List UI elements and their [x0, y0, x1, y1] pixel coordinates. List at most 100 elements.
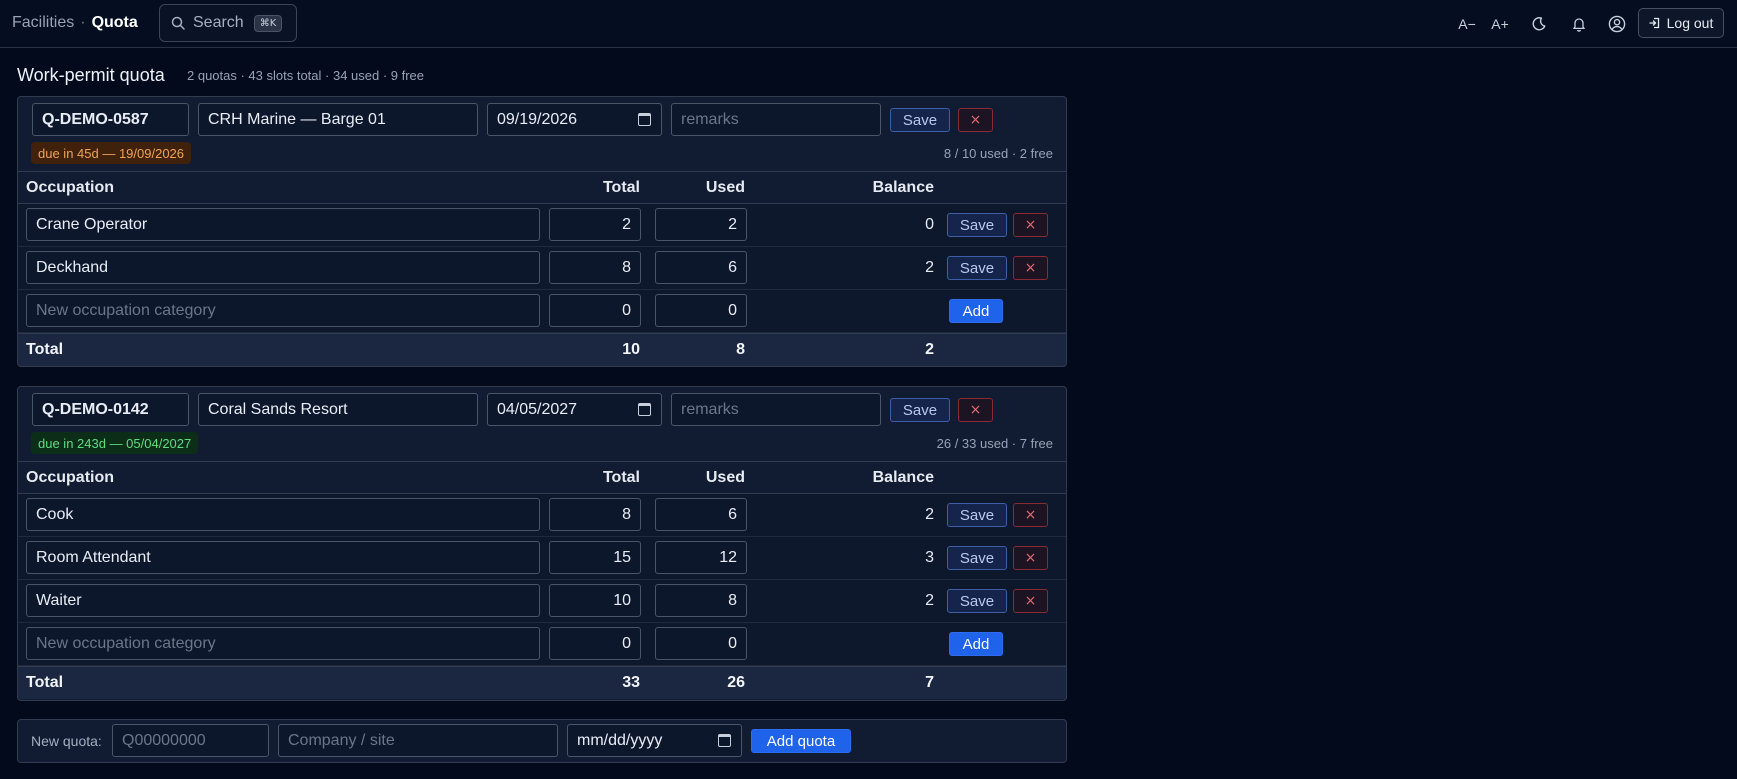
- font-increase-button[interactable]: A+: [1489, 12, 1511, 36]
- delete-row-button[interactable]: ×: [1013, 503, 1048, 527]
- table-row: Room Attendant 15 12 3 Save ×: [18, 537, 1066, 580]
- add-quota-button[interactable]: Add quota: [751, 729, 851, 753]
- totals-total: 33: [622, 674, 640, 691]
- new-quota-form: New quota: Q00000000 Company / site mm/d…: [17, 719, 1067, 763]
- save-row-button[interactable]: Save: [947, 503, 1007, 527]
- col-balance: Balance: [872, 179, 934, 196]
- user-circle-icon: [1608, 15, 1626, 33]
- notifications-button[interactable]: [1569, 12, 1589, 36]
- col-total: Total: [602, 469, 640, 486]
- occupation-input[interactable]: Cook: [26, 498, 540, 531]
- occupation-input[interactable]: Waiter: [26, 584, 540, 617]
- save-row-button[interactable]: Save: [947, 589, 1007, 613]
- totals-label: Total: [26, 341, 64, 358]
- table-row: Crane Operator 2 2 0 Save ×: [18, 204, 1066, 247]
- bell-icon: [1573, 18, 1585, 32]
- quota-code-input[interactable]: Q-DEMO-0142: [32, 393, 189, 426]
- occupation-input[interactable]: Crane Operator: [26, 208, 540, 241]
- quota-code-input[interactable]: Q-DEMO-0587: [32, 103, 189, 136]
- totals-total: 10: [622, 341, 640, 358]
- total-input[interactable]: 8: [549, 498, 641, 531]
- calendar-icon[interactable]: [638, 403, 651, 416]
- calendar-icon[interactable]: [638, 113, 651, 126]
- col-used: Used: [705, 469, 745, 486]
- col-occupation: Occupation: [26, 179, 115, 196]
- new-used-input[interactable]: 0: [655, 294, 747, 327]
- total-input[interactable]: 15: [549, 541, 641, 574]
- table-row: Deckhand 8 6 2 Save ×: [18, 247, 1066, 290]
- table-header: Occupation Total Used Balance: [18, 461, 1066, 494]
- balance-value: 2: [925, 506, 934, 523]
- top-bar: Facilities · Quota Search ⌘K A− A+ Log o…: [0, 0, 1737, 48]
- quota-card: Q-DEMO-0587 CRH Marine — Barge 01 09/19/…: [17, 96, 1067, 367]
- search-icon: [171, 16, 185, 30]
- delete-row-button[interactable]: ×: [1013, 589, 1048, 613]
- delete-row-button[interactable]: ×: [1013, 213, 1048, 237]
- search-label: Search: [193, 14, 244, 31]
- calendar-icon[interactable]: [718, 734, 731, 747]
- used-input[interactable]: 12: [655, 541, 747, 574]
- table-row: Cook 8 6 2 Save ×: [18, 494, 1066, 537]
- total-input[interactable]: 10: [549, 584, 641, 617]
- quota-date-input[interactable]: 09/19/2026: [487, 103, 662, 136]
- totals-balance: 7: [925, 674, 934, 691]
- col-balance: Balance: [872, 469, 934, 486]
- add-occupation-button[interactable]: Add: [949, 632, 1003, 656]
- totals-label: Total: [26, 674, 64, 691]
- totals-row: Total 10 8 2: [18, 333, 1066, 366]
- quota-card-header: Q-DEMO-0587 CRH Marine — Barge 01 09/19/…: [18, 97, 1066, 171]
- new-quota-company-input[interactable]: Company / site: [278, 724, 558, 757]
- save-row-button[interactable]: Save: [947, 256, 1007, 280]
- save-quota-button[interactable]: Save: [890, 108, 950, 132]
- profile-button[interactable]: [1607, 12, 1627, 36]
- used-input[interactable]: 6: [655, 251, 747, 284]
- new-quota-date-input[interactable]: mm/dd/yyyy: [567, 724, 742, 757]
- quota-card: Q-DEMO-0142 Coral Sands Resort 04/05/202…: [17, 386, 1067, 701]
- search-button[interactable]: Search ⌘K: [159, 4, 297, 42]
- balance-value: 2: [925, 259, 934, 276]
- theme-toggle-button[interactable]: [1529, 12, 1549, 36]
- quota-remarks-input[interactable]: remarks: [671, 103, 881, 136]
- new-occupation-input[interactable]: New occupation category: [26, 627, 540, 660]
- delete-row-button[interactable]: ×: [1013, 256, 1048, 280]
- used-input[interactable]: 8: [655, 584, 747, 617]
- balance-value: 0: [925, 216, 934, 233]
- total-input[interactable]: 8: [549, 251, 641, 284]
- new-occupation-row: New occupation category 0 0 Add: [18, 623, 1066, 666]
- new-quota-code-input[interactable]: Q00000000: [112, 724, 269, 757]
- delete-row-button[interactable]: ×: [1013, 546, 1048, 570]
- breadcrumb-parent[interactable]: Facilities: [12, 14, 74, 31]
- save-row-button[interactable]: Save: [947, 546, 1007, 570]
- new-occupation-row: New occupation category 0 0 Add: [18, 290, 1066, 333]
- quota-company-input[interactable]: Coral Sands Resort: [198, 393, 478, 426]
- totals-used: 26: [727, 674, 745, 691]
- font-decrease-button[interactable]: A−: [1456, 12, 1478, 36]
- new-total-input[interactable]: 0: [549, 627, 641, 660]
- quota-usage: 26 / 33 used · 7 free: [936, 436, 1053, 451]
- quota-card-header: Q-DEMO-0142 Coral Sands Resort 04/05/202…: [18, 387, 1066, 461]
- quota-usage: 8 / 10 used · 2 free: [943, 146, 1053, 161]
- logout-icon: [1648, 17, 1659, 29]
- quota-date-input[interactable]: 04/05/2027: [487, 393, 662, 426]
- used-input[interactable]: 2: [655, 208, 747, 241]
- quota-company-input[interactable]: CRH Marine — Barge 01: [198, 103, 478, 136]
- occupation-input[interactable]: Room Attendant: [26, 541, 540, 574]
- new-occupation-input[interactable]: New occupation category: [26, 294, 540, 327]
- moon-icon: [1532, 17, 1546, 31]
- total-input[interactable]: 2: [549, 208, 641, 241]
- col-used: Used: [705, 179, 745, 196]
- delete-quota-button[interactable]: ×: [958, 398, 993, 422]
- save-quota-button[interactable]: Save: [890, 398, 950, 422]
- quota-date-value: 09/19/2026: [497, 110, 578, 128]
- quota-remarks-input[interactable]: remarks: [671, 393, 881, 426]
- used-input[interactable]: 6: [655, 498, 747, 531]
- delete-quota-button[interactable]: ×: [958, 108, 993, 132]
- occupation-input[interactable]: Deckhand: [26, 251, 540, 284]
- new-total-input[interactable]: 0: [549, 294, 641, 327]
- new-used-input[interactable]: 0: [655, 627, 747, 660]
- add-occupation-button[interactable]: Add: [949, 299, 1003, 323]
- col-occupation: Occupation: [26, 469, 115, 486]
- logout-button[interactable]: Log out: [1638, 8, 1724, 38]
- save-row-button[interactable]: Save: [947, 213, 1007, 237]
- table-header: Occupation Total Used Balance: [18, 171, 1066, 204]
